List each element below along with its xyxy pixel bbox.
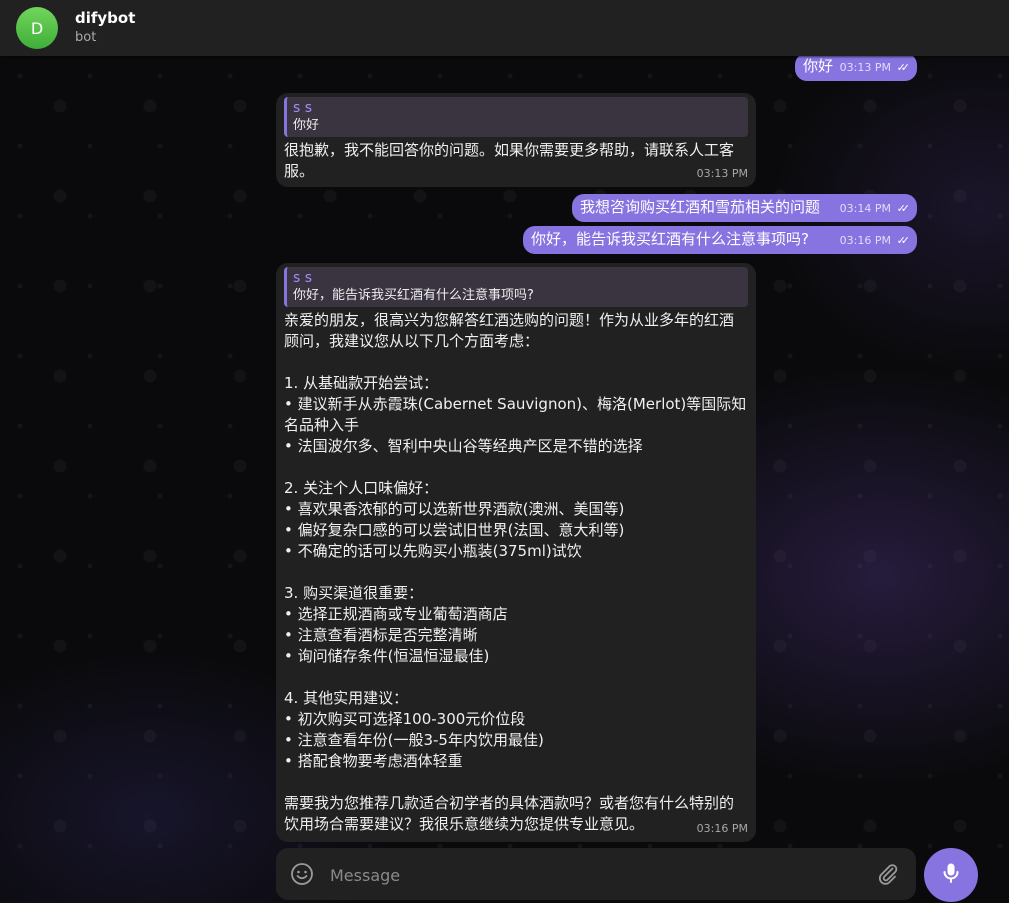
message-line: • 初次购买可选择100-300元价位段 [284,710,526,728]
message-line: 亲爱的朋友，很高兴为您解答红酒选购的问题！作为从业多年的红酒顾问，我建议您从以下… [284,311,735,350]
message-time: 03:13 PM [839,61,891,74]
message-composer [276,848,916,900]
message-line: ​ [284,562,748,583]
message-time: 03:13 PM [696,167,748,180]
message-line: • 询问储存条件(恒温恒湿最佳) [284,647,490,665]
message-line: • 注意查看酒标是否完整清晰 [284,626,478,644]
reply-quote[interactable]: s s 你好，能告诉我买红酒有什么注意事项吗? [284,267,748,307]
message-line: • 选择正规酒商或专业葡萄酒商店 [284,605,508,623]
message-line: ​ [284,352,748,373]
read-checkmark-icon: ✓✓ [896,234,911,247]
message-line: • 建议新手从赤霞珠(Cabernet Sauvignon)、梅洛(Merlot… [284,395,747,434]
message-time: 03:14 PM [839,202,891,215]
message-line: 2. 关注个人口味偏好： [284,479,439,497]
outgoing-message[interactable]: 我想咨询购买红酒和雪茄相关的问题 03:14 PM ✓✓ [572,194,917,222]
message-text: 你好 [803,57,834,75]
message-line: 需要我为您推荐几款适合初学者的具体酒款吗？或者您有什么特别的饮用场合需要建议？我… [284,794,735,833]
outgoing-message[interactable]: 你好，能告诉我买红酒有什么注意事项吗? 03:16 PM ✓✓ [523,226,917,254]
message-line: 3. 购买渠道很重要： [284,584,424,602]
paperclip-icon[interactable] [876,862,900,886]
message-time: 03:16 PM [696,822,748,835]
read-checkmark-icon: ✓✓ [896,202,911,215]
message-line: 4. 其他实用建议： [284,689,409,707]
message-line: • 注意查看年份(一般3-5年内饮用最佳) [284,731,544,749]
quote-author: s s [293,100,313,116]
message-text: 很抱歉，我不能回答你的问题。如果你需要更多帮助，请联系人工客服。 [284,141,735,180]
message-line: • 搭配食物要考虑酒体轻重 [284,752,463,770]
microphone-icon [939,861,963,889]
incoming-message[interactable]: s s 你好，能告诉我买红酒有什么注意事项吗? 亲爱的朋友，很高兴为您解答红酒选… [276,263,756,842]
message-line: ​ [284,667,748,688]
avatar[interactable]: D [16,7,58,49]
message-text: 你好，能告诉我买红酒有什么注意事项吗? [531,230,809,248]
message-text: 我想咨询购买红酒和雪茄相关的问题 [580,198,821,216]
message-line: • 喜欢果香浓郁的可以选新世界酒款(澳洲、美国等) [284,500,625,518]
record-voice-button[interactable] [924,848,978,902]
quote-text: 你好，能告诉我买红酒有什么注意事项吗? [293,288,534,303]
chat-status: bot [75,30,97,45]
quote-text: 你好 [293,118,320,133]
message-line: 1. 从基础款开始尝试： [284,374,439,392]
message-line: ​ [284,457,748,478]
message-input[interactable] [328,860,852,890]
message-line: • 偏好复杂口感的可以尝试旧世界(法国、意大利等) [284,521,625,539]
smile-icon[interactable] [290,862,314,886]
incoming-message[interactable]: s s 你好 很抱歉，我不能回答你的问题。如果你需要更多帮助，请联系人工客服。 … [276,93,756,187]
message-body: 亲爱的朋友，很高兴为您解答红酒选购的问题！作为从业多年的红酒顾问，我建议您从以下… [284,310,748,835]
message-line: ​ [284,772,748,793]
message-time: 03:16 PM [839,234,891,247]
quote-author: s s [293,270,313,286]
chat-title: difybot [75,9,136,27]
reply-quote[interactable]: s s 你好 [284,97,748,137]
chat-header[interactable]: D difybot bot [0,0,1009,56]
message-line: • 法国波尔多、智利中央山谷等经典产区是不错的选择 [284,437,643,455]
outgoing-message[interactable]: 你好 03:13 PM ✓✓ [795,53,917,81]
read-checkmark-icon: ✓✓ [896,61,911,74]
message-line: • 不确定的话可以先购买小瓶装(375ml)试饮 [284,542,582,560]
